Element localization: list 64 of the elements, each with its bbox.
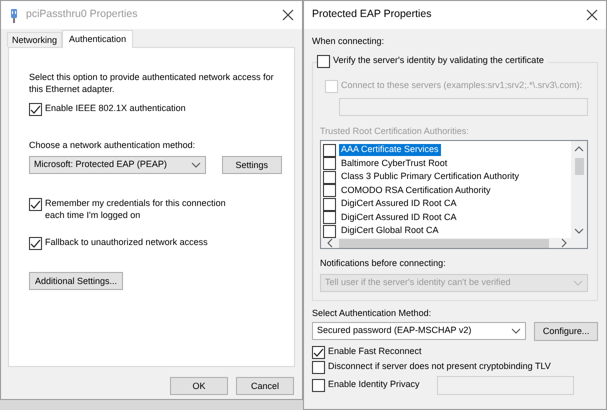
vertical-scrollbar[interactable] <box>571 141 587 238</box>
checkbox[interactable] <box>312 360 325 374</box>
dropdown[interactable]: Secured password (EAP-MSCHAP v2) <box>312 322 526 340</box>
list-item[interactable]: DigiCert Global Root CA <box>339 225 441 237</box>
checkbox[interactable] <box>323 144 336 157</box>
additional-settings-button[interactable]: Additional Settings... <box>29 272 123 290</box>
checkbox-label: Connect to these servers (examples:srv1;srv2;.*\.srv3\.com): <box>341 80 582 92</box>
checkbox[interactable] <box>323 224 336 238</box>
checkmark-icon <box>30 200 41 210</box>
scroll-thumb[interactable] <box>574 158 584 176</box>
checkbox[interactable] <box>323 170 336 184</box>
tab[interactable]: Authentication <box>62 30 134 48</box>
chevron-down-icon <box>190 162 201 168</box>
checkbox-label: Enable Fast Reconnect <box>328 346 422 358</box>
checkbox[interactable] <box>312 378 325 392</box>
checkbox[interactable] <box>317 54 330 68</box>
configure-button[interactable]: Configure... <box>534 322 598 341</box>
chevron-down-icon <box>511 328 522 334</box>
scroll-thumb[interactable] <box>339 238 549 248</box>
section-label: When connecting: <box>312 36 386 48</box>
settings-button[interactable]: Settings <box>222 156 282 174</box>
checkbox[interactable] <box>323 211 336 224</box>
checkbox-label: Fallback to unauthorized network access <box>45 237 208 250</box>
tab[interactable]: Networking <box>7 32 62 47</box>
chevron-down-icon <box>573 280 583 286</box>
chevron-up-icon <box>574 146 584 152</box>
checkbox[interactable] <box>323 157 336 170</box>
chevron-down-icon <box>574 228 584 234</box>
section-label: Notifications before connecting: <box>320 258 447 270</box>
network-adapter-icon <box>9 8 19 22</box>
checkbox[interactable] <box>312 346 325 359</box>
chevron-left-icon <box>327 238 333 248</box>
window-title: Protected EAP Properties <box>312 8 432 22</box>
checkbox-label: Enable IEEE 802.1X authentication <box>45 103 186 116</box>
checkmark-icon <box>30 105 41 114</box>
checkbox-label: Disconnect if server does not present cryptobinding TLV <box>328 360 551 372</box>
checkbox[interactable] <box>29 103 42 116</box>
checkbox-label: Remember my credentials for this connection each time I'm logged on <box>45 198 227 222</box>
section-label: Trusted Root Certification Authorities: <box>320 126 470 138</box>
cancel-button[interactable]: Cancel <box>236 377 294 395</box>
window-title: pciPassthru0 Properties <box>26 8 138 22</box>
list-item[interactable]: DigiCert Assured ID Root CA <box>339 198 459 210</box>
list-item[interactable]: DigiCert Assured ID Root CA <box>339 212 459 224</box>
checkbox[interactable] <box>29 198 42 212</box>
field-label: Choose a network authentication method: <box>29 140 196 152</box>
checkbox[interactable] <box>323 198 336 211</box>
checkbox-label: Enable Identity Privacy <box>328 379 420 392</box>
list-item[interactable]: Class 3 Public Primary Certification Authority <box>339 171 522 183</box>
checkbox[interactable] <box>29 237 42 250</box>
ok-button[interactable]: OK <box>170 377 228 395</box>
dropdown[interactable]: Microsoft: Protected EAP (PEAP) <box>29 156 206 174</box>
list-item[interactable]: COMODO RSA Certification Authority <box>339 184 493 196</box>
list-item[interactable]: AAA Certificate Services <box>339 144 441 156</box>
checkmark-icon <box>313 348 324 357</box>
close-icon[interactable] <box>282 9 294 21</box>
section-label: Select Authentication Method: <box>312 308 432 320</box>
horizontal-scrollbar[interactable] <box>321 238 587 248</box>
description-text: Select this option to provide authenticated network access for this Ethernet adapter. <box>29 72 275 96</box>
checkbox[interactable] <box>323 184 336 198</box>
chevron-right-icon <box>561 238 567 248</box>
checkbox-label: Verify the server's identity by validating the certificate <box>333 55 544 68</box>
list-item[interactable]: Baltimore CyberTrust Root <box>339 158 450 170</box>
checkmark-icon <box>30 239 41 248</box>
close-icon[interactable] <box>586 9 598 21</box>
